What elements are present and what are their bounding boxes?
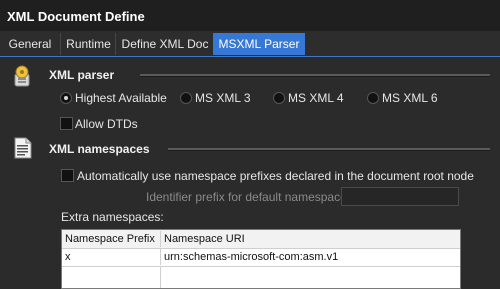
section-title-xml-parser: XML parser bbox=[49, 68, 115, 82]
radio-highest-available[interactable] bbox=[60, 92, 72, 104]
radio-ms-xml-4[interactable] bbox=[273, 92, 285, 104]
extra-namespaces-table[interactable]: Namespace Prefix Namespace URI x urn:sch… bbox=[61, 229, 461, 289]
tab-label: Runtime bbox=[66, 37, 111, 51]
table-cell-prefix-empty[interactable] bbox=[62, 267, 161, 288]
extra-namespaces-label: Extra namespaces: bbox=[61, 210, 164, 224]
document-icon bbox=[14, 137, 36, 159]
radio-label-ms-xml-6: MS XML 6 bbox=[382, 91, 438, 105]
radio-ms-xml-3[interactable] bbox=[180, 92, 192, 104]
table-cell-prefix[interactable]: x bbox=[62, 249, 161, 265]
tab-bar: General Runtime Define XML Doc MSXML Par… bbox=[0, 31, 500, 57]
section-title-xml-namespaces: XML namespaces bbox=[49, 142, 150, 156]
tab-label: General bbox=[8, 37, 52, 51]
section-divider bbox=[140, 74, 490, 77]
tab-label: Define XML Doc bbox=[121, 37, 209, 51]
section-divider bbox=[168, 148, 490, 151]
tab-define-xml-doc[interactable]: Define XML Doc bbox=[115, 33, 214, 55]
gear-icon bbox=[11, 64, 33, 87]
checkbox-label-auto-namespace-prefixes: Automatically use namespace prefixes dec… bbox=[77, 169, 474, 183]
table-cell-uri-empty[interactable] bbox=[161, 267, 460, 288]
column-header-namespace-uri[interactable]: Namespace URI bbox=[161, 231, 460, 247]
table-cell-uri[interactable]: urn:schemas-microsoft-com:asm.v1 bbox=[161, 249, 460, 265]
tab-label: MSXML Parser bbox=[218, 37, 300, 51]
window-title: XML Document Define bbox=[7, 9, 145, 24]
identifier-prefix-input[interactable] bbox=[341, 187, 459, 206]
checkbox-auto-namespace-prefixes[interactable] bbox=[61, 169, 74, 182]
radio-label-ms-xml-4: MS XML 4 bbox=[288, 91, 344, 105]
tab-runtime[interactable]: Runtime bbox=[60, 33, 116, 55]
radio-ms-xml-6[interactable] bbox=[367, 92, 379, 104]
identifier-prefix-label: Identifier prefix for default namespace: bbox=[146, 190, 351, 204]
checkbox-allow-dtds[interactable] bbox=[60, 117, 73, 130]
tab-msxml-parser[interactable]: MSXML Parser bbox=[213, 33, 305, 55]
column-header-namespace-prefix[interactable]: Namespace Prefix bbox=[62, 231, 161, 247]
title-bar: XML Document Define bbox=[0, 0, 500, 31]
radio-label-ms-xml-3: MS XML 3 bbox=[195, 91, 251, 105]
tab-general[interactable]: General bbox=[0, 33, 60, 55]
radio-label-highest-available: Highest Available bbox=[75, 91, 167, 105]
checkbox-label-allow-dtds: Allow DTDs bbox=[75, 117, 138, 131]
table-header: Namespace Prefix Namespace URI bbox=[62, 230, 460, 249]
